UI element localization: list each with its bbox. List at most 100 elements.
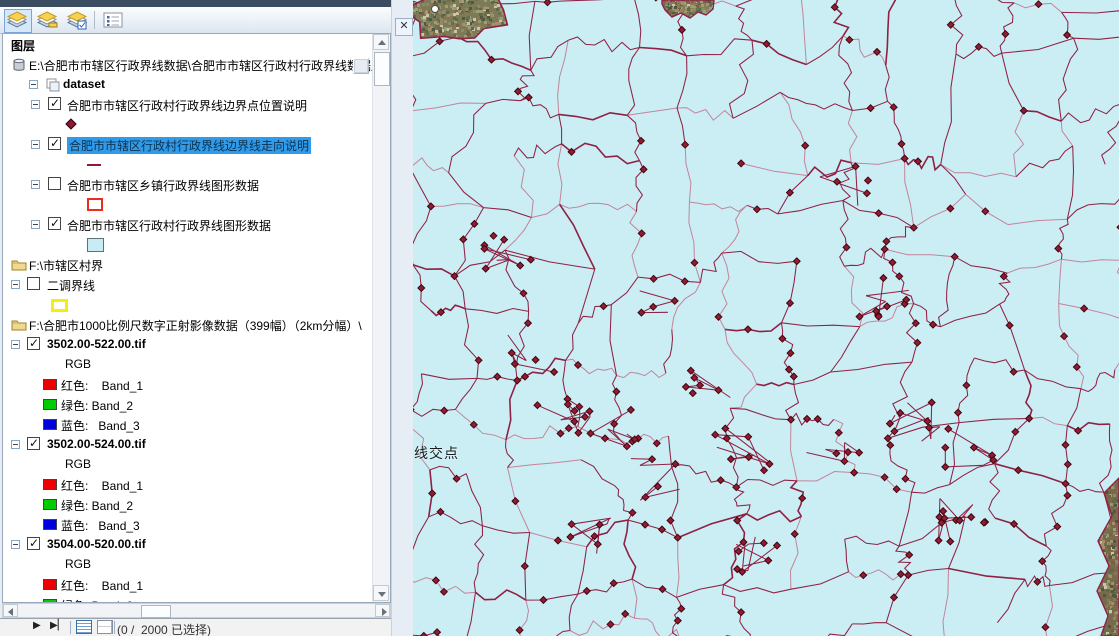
toc-tree-container: 图层 E:\合肥市市辖区行政界线数据\合肥市市辖区行政村行政界线数据库 datase… (2, 33, 391, 603)
tree-expander-icon[interactable] (11, 340, 20, 349)
toc-label: 绿色: Band_2 (61, 397, 133, 414)
tree-expander-icon[interactable] (29, 80, 38, 89)
toc-row-layer: 二调界线 (3, 275, 374, 295)
tree-expander-icon[interactable] (31, 100, 40, 109)
toc-vertical-scrollbar[interactable] (372, 34, 390, 602)
band-color-swatch (43, 499, 57, 510)
toc-row-layer: 3504.00-520.00.tif (3, 535, 374, 555)
toc-row-dataset: dataset (3, 75, 374, 95)
toc-label[interactable]: E:\合肥市市辖区行政界线数据\合肥市市辖区行政村行政界线数据库 (29, 57, 374, 74)
layer-visibility-checkbox[interactable] (27, 337, 40, 350)
toc-row-layer: 合肥市市辖区行政村行政界线图形数据 (3, 215, 374, 235)
toc-row-layer: 合肥市市辖区乡镇行政界线图形数据 (3, 175, 374, 195)
band-color-swatch (43, 519, 57, 530)
attribute-table-footer: ▶ ▶▏ (0 / 2000 已选择) ▶ (0, 618, 413, 636)
toc-row-symbol (3, 155, 374, 175)
table-view-icon[interactable] (76, 620, 92, 634)
scroll-left-button[interactable] (3, 604, 18, 617)
toc-options-button[interactable] (100, 9, 128, 33)
toc-row-source: E:\合肥市市辖区行政界线数据\合肥市市辖区行政村行政界线数据库 (3, 55, 374, 75)
vertical-scroll-thumb[interactable] (374, 52, 390, 86)
feature-dataset-icon (45, 77, 61, 93)
toc-row-symbol (3, 295, 374, 315)
tree-expander-icon[interactable] (11, 280, 20, 289)
toc-label[interactable]: dataset (63, 77, 105, 91)
toc-label[interactable]: 合肥市市辖区行政村行政界线边界点位置说明 (67, 97, 307, 114)
scroll-down-button[interactable] (373, 585, 389, 601)
legend-symbol-rect-cyan[interactable] (87, 238, 104, 252)
list-by-visibility-button[interactable] (64, 9, 92, 33)
toc-label: RGB (65, 457, 91, 471)
layer-visibility-checkbox[interactable] (27, 537, 40, 550)
toc-label[interactable]: F:\市辖区村界 (29, 257, 103, 274)
separator (111, 621, 112, 634)
toc-label[interactable]: 二调界线 (47, 277, 95, 294)
toc-row-rgb: RGB (3, 555, 374, 575)
legend-symbol-line[interactable] (87, 164, 101, 166)
toc-label[interactable]: 合肥市市辖区行政村行政界线边界线走向说明 (67, 137, 311, 154)
toc-label[interactable]: 合肥市市辖区乡镇行政界线图形数据 (67, 177, 259, 194)
map-canvas[interactable]: 线交点 (413, 0, 1119, 636)
band-color-swatch (43, 399, 57, 410)
layer-visibility-checkbox[interactable] (48, 137, 61, 150)
scroll-right-button[interactable] (375, 604, 390, 617)
legend-symbol-rect-yellow[interactable] (51, 299, 68, 312)
tree-expander-icon[interactable] (31, 180, 40, 189)
layer-visibility-checkbox[interactable] (27, 437, 40, 450)
map-annotation-label: 线交点 (414, 443, 459, 463)
toc-row-band: 蓝色: Band_3 (3, 415, 374, 435)
folder-icon (11, 317, 27, 333)
close-icon[interactable]: ✕ (395, 18, 413, 36)
list-by-source-button[interactable] (34, 9, 62, 33)
list-by-drawing-order-button[interactable] (4, 9, 32, 33)
toc-label: 绿色: Band_2 (61, 597, 133, 602)
list-by-drawing-order-icon (5, 19, 29, 33)
tree-expander-icon[interactable] (11, 440, 20, 449)
band-color-swatch (43, 579, 57, 590)
arrow-up-icon (378, 40, 386, 45)
layer-visibility-checkbox[interactable] (27, 277, 40, 290)
toc-label: 蓝色: Band_3 (61, 417, 140, 434)
toc-row-symbol (3, 235, 374, 255)
toc-label[interactable]: F:\合肥市1000比例尺数字正射影像数据（399幅）（2km分幅）\ (29, 317, 362, 334)
toc-row-band: 绿色: Band_2 (3, 395, 374, 415)
legend-symbol-diamond[interactable] (65, 118, 76, 129)
legend-symbol-rect-red[interactable] (87, 198, 103, 211)
toc-label: 蓝色: Band_3 (61, 517, 140, 534)
toc-label[interactable]: 图层 (11, 37, 35, 54)
toolbar-separator (94, 11, 95, 29)
last-record-button[interactable]: ▶▏ (50, 620, 65, 631)
toc-label[interactable]: 3504.00-520.00.tif (47, 537, 146, 551)
toc-label: 红色: Band_1 (61, 577, 143, 594)
layer-visibility-checkbox[interactable] (48, 217, 61, 230)
toc-row-band: 红色: Band_1 (3, 375, 374, 395)
toc-label[interactable]: 3502.00-522.00.tif (47, 337, 146, 351)
next-record-button[interactable]: ▶ (33, 620, 41, 631)
toc-row-layer: 合肥市市辖区行政村行政界线边界点位置说明 (3, 95, 374, 115)
toc-row-symbol (3, 195, 374, 215)
layer-visibility-checkbox[interactable] (48, 97, 61, 110)
toc-label: 绿色: Band_2 (61, 497, 133, 514)
horizontal-scroll-thumb[interactable] (141, 605, 171, 618)
toc-toolbar (0, 7, 391, 34)
separator (70, 621, 71, 634)
toc-row-rgb: RGB (3, 355, 374, 375)
arrow-down-icon (378, 592, 386, 597)
band-color-swatch (43, 479, 57, 490)
toc-horizontal-scrollbar[interactable] (2, 603, 391, 618)
toc-label[interactable]: 合肥市市辖区行政村行政界线图形数据 (67, 217, 271, 234)
band-color-swatch (43, 379, 57, 390)
band-color-swatch (43, 419, 57, 430)
tree-expander-icon[interactable] (31, 220, 40, 229)
toc-row-band: 蓝色: Band_3 (3, 515, 374, 535)
tree-expander-icon[interactable] (31, 140, 40, 149)
band-color-swatch (43, 599, 57, 602)
toc-label: RGB (65, 557, 91, 571)
toc-row-layer: 合肥市市辖区行政村行政界线边界线走向说明 (3, 135, 374, 155)
layer-visibility-checkbox[interactable] (48, 177, 61, 190)
tree-expander-icon[interactable] (11, 540, 20, 549)
toc-row-symbol (3, 115, 374, 135)
toc-row-band: 红色: Band_1 (3, 475, 374, 495)
toc-label[interactable]: 3502.00-524.00.tif (47, 437, 146, 451)
scroll-up-button[interactable] (373, 34, 389, 50)
